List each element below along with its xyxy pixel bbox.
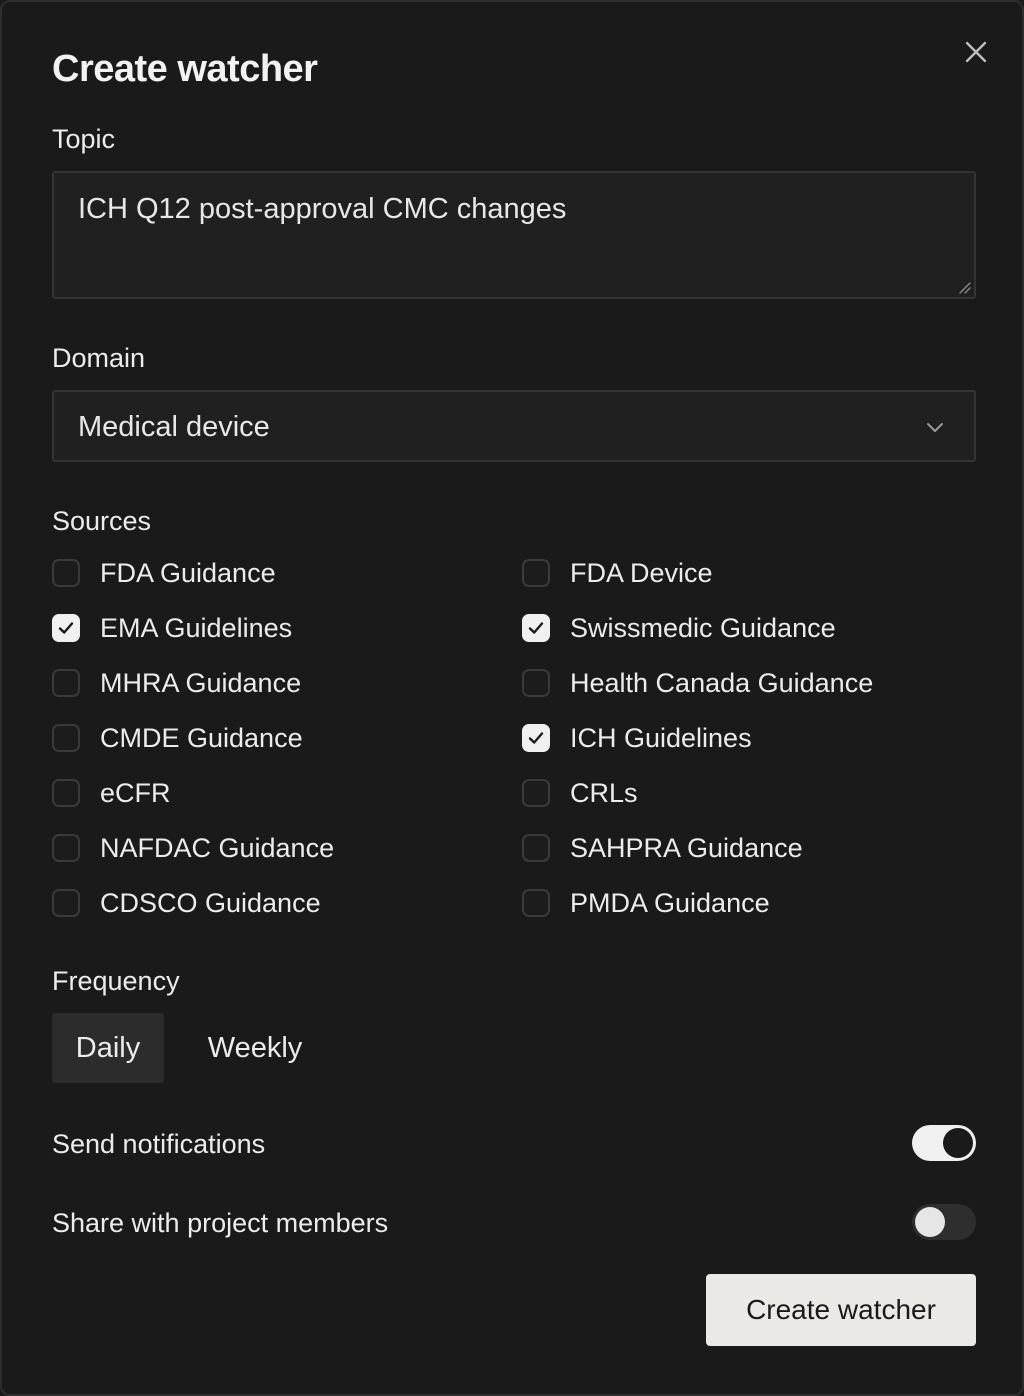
source-option-ich-guidelines[interactable]: ICH Guidelines (522, 721, 752, 755)
source-checkbox-health-canada-guidance[interactable] (522, 669, 550, 697)
source-label: SAHPRA Guidance (570, 832, 803, 863)
source-checkbox-ich-guidelines[interactable] (522, 724, 550, 752)
source-checkbox-ecfr[interactable] (52, 779, 80, 807)
share-members-label: Share with project members (52, 1208, 389, 1238)
resize-handle-icon[interactable] (957, 280, 971, 294)
source-option-fda-guidance[interactable]: FDA Guidance (52, 556, 276, 590)
send-notifications-label: Send notifications (52, 1129, 266, 1159)
source-option-pmda-guidance[interactable]: PMDA Guidance (522, 886, 770, 920)
source-checkbox-swissmedic-guidance[interactable] (522, 614, 550, 642)
source-checkbox-ema-guidelines[interactable] (52, 614, 80, 642)
source-checkbox-fda-guidance[interactable] (52, 559, 80, 587)
source-label: PMDA Guidance (570, 887, 770, 918)
source-option-mhra-guidance[interactable]: MHRA Guidance (52, 666, 301, 700)
source-label: ICH Guidelines (570, 722, 752, 753)
checkmark-icon (58, 622, 74, 634)
source-option-nafdac-guidance[interactable]: NAFDAC Guidance (52, 831, 334, 865)
source-option-crls[interactable]: CRLs (522, 776, 638, 810)
source-label: Health Canada Guidance (570, 667, 874, 698)
domain-select[interactable]: Medical device (52, 390, 976, 462)
source-label: NAFDAC Guidance (100, 832, 335, 863)
close-icon (965, 41, 987, 63)
create-watcher-button[interactable]: Create watcher (706, 1274, 976, 1346)
close-button[interactable] (960, 36, 992, 68)
domain-label: Domain (52, 343, 146, 373)
frequency-label: Frequency (52, 966, 180, 996)
checkmark-icon (528, 732, 544, 744)
source-label: eCFR (100, 777, 171, 808)
source-option-ecfr[interactable]: eCFR (52, 776, 171, 810)
frequency-option-weekly[interactable]: Weekly (182, 1013, 328, 1083)
send-notifications-toggle[interactable] (912, 1125, 976, 1161)
toggle-knob (943, 1128, 973, 1158)
topic-value: ICH Q12 post-approval CMC changes (78, 193, 567, 225)
source-checkbox-crls[interactable] (522, 779, 550, 807)
source-checkbox-sahpra-guidance[interactable] (522, 834, 550, 862)
source-option-cmde-guidance[interactable]: CMDE Guidance (52, 721, 303, 755)
source-label: EMA Guidelines (100, 612, 293, 643)
share-members-toggle[interactable] (912, 1204, 976, 1240)
source-option-health-canada-guidance[interactable]: Health Canada Guidance (522, 666, 873, 700)
source-checkbox-fda-device[interactable] (522, 559, 550, 587)
source-label: FDA Device (570, 557, 713, 588)
source-option-swissmedic-guidance[interactable]: Swissmedic Guidance (522, 611, 836, 645)
source-label: CRLs (570, 777, 638, 808)
source-label: FDA Guidance (100, 557, 276, 588)
toggle-knob (915, 1207, 945, 1237)
source-checkbox-cdsco-guidance[interactable] (52, 889, 80, 917)
source-option-fda-device[interactable]: FDA Device (522, 556, 713, 590)
source-checkbox-pmda-guidance[interactable] (522, 889, 550, 917)
frequency-option-daily[interactable]: Daily (52, 1013, 164, 1083)
source-checkbox-nafdac-guidance[interactable] (52, 834, 80, 862)
source-checkbox-mhra-guidance[interactable] (52, 669, 80, 697)
chevron-down-icon (927, 423, 943, 432)
source-checkbox-cmde-guidance[interactable] (52, 724, 80, 752)
checkmark-icon (528, 622, 544, 634)
sources-label: Sources (52, 506, 152, 536)
domain-selected-value: Medical device (78, 411, 270, 443)
topic-label: Topic (52, 124, 116, 154)
source-option-sahpra-guidance[interactable]: SAHPRA Guidance (522, 831, 803, 865)
topic-textarea[interactable]: ICH Q12 post-approval CMC changes (52, 171, 976, 299)
source-label: MHRA Guidance (100, 667, 302, 698)
source-option-cdsco-guidance[interactable]: CDSCO Guidance (52, 886, 321, 920)
create-watcher-dialog: Create watcher Topic ICH Q12 post-approv… (0, 0, 1024, 1396)
source-label: CMDE Guidance (100, 722, 303, 753)
source-option-ema-guidelines[interactable]: EMA Guidelines (52, 611, 292, 645)
source-label: Swissmedic Guidance (570, 612, 836, 643)
source-label: CDSCO Guidance (100, 887, 321, 918)
dialog-title: Create watcher (52, 48, 318, 90)
